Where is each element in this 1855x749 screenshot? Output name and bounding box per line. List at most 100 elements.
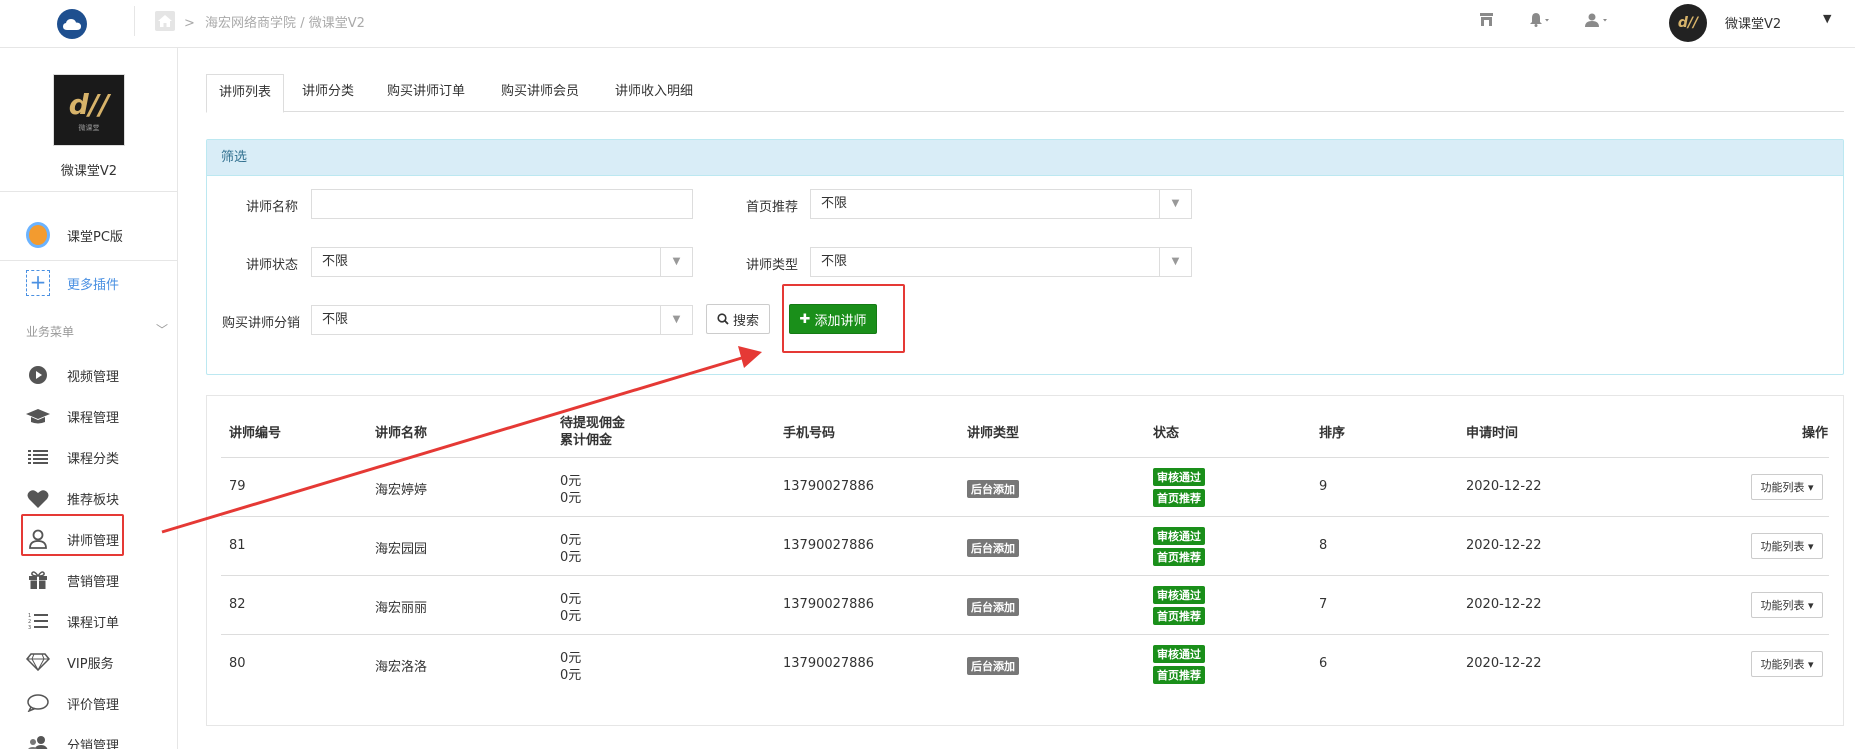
ordered-list-icon: 123 bbox=[26, 609, 50, 633]
col-id: 讲师编号 bbox=[229, 426, 282, 441]
cell-date: 2020-12-22 bbox=[1466, 656, 1542, 671]
tab-bar: 讲师列表 讲师分类 购买讲师订单 购买讲师会员 讲师收入明细 bbox=[206, 74, 1844, 113]
divider bbox=[0, 260, 177, 261]
breadcrumb-root[interactable]: 海宏网络商学院 bbox=[205, 16, 296, 31]
cell-name: 海宏洛洛 bbox=[375, 660, 428, 675]
cell-total: 0元 bbox=[560, 550, 582, 565]
caret-down-icon: ▼ bbox=[660, 306, 692, 334]
recommend-badge: 首页推荐 bbox=[1153, 489, 1205, 507]
function-list-label: 功能列表 bbox=[1760, 599, 1805, 612]
teacher-type-label: 讲师类型 bbox=[745, 258, 798, 273]
avatar-mark: d// bbox=[68, 87, 110, 121]
status-badge: 审核通过 bbox=[1153, 527, 1205, 545]
col-pending-commission: 待提现佣金 bbox=[560, 416, 626, 431]
sidebar-item-course[interactable]: 课程管理 bbox=[0, 399, 177, 433]
function-list-button[interactable]: 功能列表 ▾ bbox=[1751, 474, 1823, 500]
cell-date: 2020-12-22 bbox=[1466, 479, 1542, 494]
tab-teacher-orders[interactable]: 购买讲师订单 bbox=[372, 74, 480, 112]
function-list-button[interactable]: 功能列表 ▾ bbox=[1751, 533, 1823, 559]
tab-teacher-list[interactable]: 讲师列表 bbox=[206, 74, 284, 113]
teacher-type-select[interactable]: 不限 ▼ bbox=[810, 247, 1192, 277]
col-date: 申请时间 bbox=[1466, 426, 1519, 441]
cell-id: 81 bbox=[229, 538, 246, 553]
cell-phone: 13790027886 bbox=[783, 597, 874, 612]
teacher-status-select[interactable]: 不限 ▼ bbox=[311, 247, 693, 277]
sidebar-item-label: 课程分类 bbox=[67, 451, 120, 467]
play-icon bbox=[26, 363, 50, 387]
caret-down-icon: ▼ bbox=[1159, 190, 1191, 218]
col-commission: 待提现佣金 累计佣金 bbox=[560, 415, 625, 449]
sidebar-item-marketing[interactable]: 营销管理 bbox=[0, 563, 177, 597]
cell-date: 2020-12-22 bbox=[1466, 597, 1542, 612]
cloud-logo-icon[interactable] bbox=[57, 9, 87, 39]
sidebar: d// 微课堂 微课堂V2 课堂PC版 + 更多插件 业务菜单 ﹀ 视频管理 课… bbox=[0, 48, 178, 749]
sidebar-item-label: 课堂PC版 bbox=[67, 229, 123, 245]
divider bbox=[134, 6, 135, 36]
tab-teacher-income[interactable]: 讲师收入明细 bbox=[600, 74, 708, 112]
user-menu-icon[interactable] bbox=[1585, 13, 1609, 31]
sidebar-item-label: 更多插件 bbox=[67, 277, 120, 293]
col-phone: 手机号码 bbox=[783, 426, 836, 441]
breadcrumb: > 海宏网络商学院 / 微课堂V2 bbox=[184, 12, 365, 31]
caret-down-icon: ▾ bbox=[1807, 598, 1814, 612]
chevron-right-icon: > bbox=[184, 16, 195, 31]
caret-down-icon[interactable]: ▼ bbox=[1823, 12, 1831, 25]
plugin-icon bbox=[26, 222, 50, 248]
bell-icon[interactable] bbox=[1529, 13, 1551, 31]
sidebar-item-more-plugins[interactable]: + 更多插件 bbox=[0, 266, 177, 300]
recommend-badge: 首页推荐 bbox=[1153, 666, 1205, 684]
cell-id: 82 bbox=[229, 597, 246, 612]
sidebar-item-order[interactable]: 123 课程订单 bbox=[0, 604, 177, 638]
table-row: 79 海宏婷婷 0元 0元 13790027886 后台添加 审核通过 首页推荐… bbox=[221, 458, 1829, 517]
select-value: 不限 bbox=[322, 312, 349, 327]
search-icon bbox=[717, 313, 729, 325]
sidebar-item-label: 分销管理 bbox=[67, 738, 120, 749]
type-badge: 后台添加 bbox=[967, 480, 1019, 498]
tab-teacher-category[interactable]: 讲师分类 bbox=[290, 74, 366, 112]
cell-name: 海宏丽丽 bbox=[375, 601, 428, 616]
sidebar-item-label: 课程管理 bbox=[67, 410, 120, 426]
top-bar: > 海宏网络商学院 / 微课堂V2 d// 微课堂V2 ▼ bbox=[0, 0, 1855, 48]
sidebar-item-recommend[interactable]: 推荐板块 bbox=[0, 481, 177, 515]
function-list-label: 功能列表 bbox=[1760, 481, 1805, 494]
home-icon[interactable] bbox=[155, 11, 175, 31]
sidebar-item-review[interactable]: 评价管理 bbox=[0, 686, 177, 720]
teacher-name-input[interactable] bbox=[311, 189, 693, 219]
status-badge: 审核通过 bbox=[1153, 645, 1205, 663]
sidebar-item-pc-course[interactable]: 课堂PC版 bbox=[0, 218, 177, 252]
type-badge: 后台添加 bbox=[967, 598, 1019, 616]
username[interactable]: 微课堂V2 bbox=[1725, 13, 1781, 32]
caret-down-icon: ▼ bbox=[1159, 248, 1191, 276]
sidebar-item-distribution[interactable]: 分销管理 bbox=[0, 727, 177, 749]
heart-icon bbox=[26, 486, 50, 510]
sidebar-item-video[interactable]: 视频管理 bbox=[0, 358, 177, 392]
search-button-label: 搜索 bbox=[732, 313, 759, 329]
search-button[interactable]: 搜索 bbox=[706, 304, 770, 334]
home-recommend-label: 首页推荐 bbox=[745, 200, 798, 215]
sidebar-item-label: 视频管理 bbox=[67, 369, 120, 385]
cell-id: 79 bbox=[229, 479, 246, 494]
cell-sort: 9 bbox=[1319, 479, 1328, 494]
chevron-down-icon[interactable]: ﹀ bbox=[156, 321, 168, 338]
cell-phone: 13790027886 bbox=[783, 656, 874, 671]
home-recommend-select[interactable]: 不限 ▼ bbox=[810, 189, 1192, 219]
recommend-badge: 首页推荐 bbox=[1153, 548, 1205, 566]
sidebar-item-vip[interactable]: VIP服务 bbox=[0, 645, 177, 679]
caret-down-icon: ▼ bbox=[660, 248, 692, 276]
user-avatar[interactable]: d// bbox=[1669, 4, 1707, 42]
tab-teacher-membership[interactable]: 购买讲师会员 bbox=[486, 74, 594, 112]
cell-id: 80 bbox=[229, 656, 246, 671]
function-list-button[interactable]: 功能列表 ▾ bbox=[1751, 651, 1823, 677]
teacher-table: 讲师编号 讲师名称 待提现佣金 累计佣金 手机号码 讲师类型 状态 排序 申请时… bbox=[206, 395, 1844, 726]
distribution-select[interactable]: 不限 ▼ bbox=[311, 305, 693, 335]
function-list-button[interactable]: 功能列表 ▾ bbox=[1751, 592, 1823, 618]
cell-total: 0元 bbox=[560, 668, 582, 683]
store-icon[interactable] bbox=[1479, 13, 1494, 30]
col-total-commission: 累计佣金 bbox=[560, 433, 613, 448]
highlight-box-add-button bbox=[782, 284, 905, 353]
select-value: 不限 bbox=[322, 254, 349, 269]
teacher-name-label: 讲师名称 bbox=[245, 200, 298, 215]
svg-text:3: 3 bbox=[28, 625, 31, 630]
highlight-box-teacher-menu bbox=[21, 514, 124, 556]
sidebar-item-category[interactable]: 课程分类 bbox=[0, 440, 177, 474]
